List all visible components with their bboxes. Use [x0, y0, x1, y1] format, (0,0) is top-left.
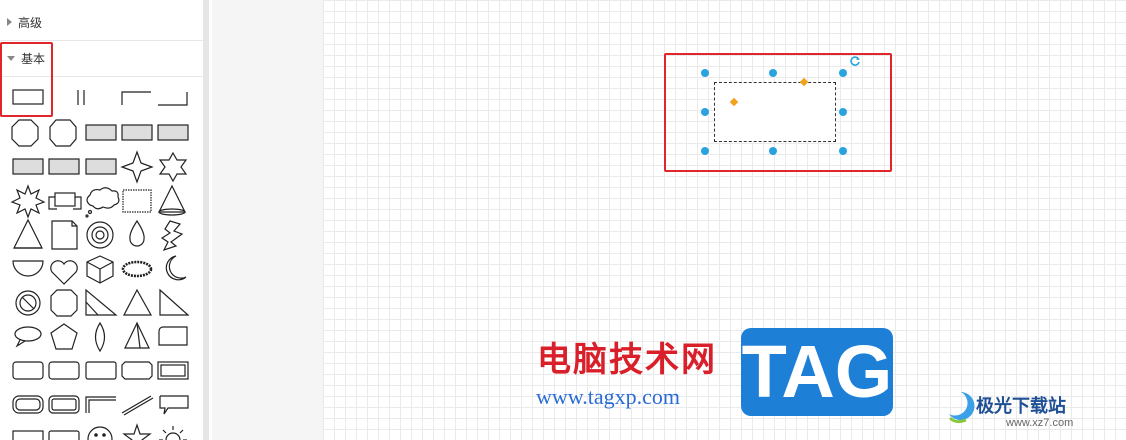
pyramid-shape[interactable] — [124, 321, 150, 349]
six-point-star-shape[interactable] — [158, 151, 188, 183]
lightning-shape[interactable] — [160, 220, 184, 252]
corner-right-shape[interactable] — [158, 92, 188, 106]
watermark-site-name: 电脑技术网 — [537, 340, 717, 380]
heart-shape[interactable] — [50, 260, 78, 285]
resize-handle-nw[interactable] — [701, 69, 709, 77]
rectangle-shape[interactable] — [12, 89, 44, 105]
rect-shape-partial-2[interactable] — [48, 430, 80, 440]
pentagon-shape[interactable] — [50, 323, 78, 350]
expanded-arrow-icon — [7, 55, 15, 61]
section-advanced-label: 高级 — [18, 15, 43, 30]
sidebar-scrollbar[interactable] — [203, 0, 209, 440]
watermark-site-url: www.tagxp.com — [536, 384, 680, 409]
filled-rect-shape-6[interactable] — [85, 158, 117, 175]
callout-shape[interactable] — [159, 395, 189, 415]
smiley-shape[interactable] — [87, 426, 113, 440]
moon-shape[interactable] — [165, 255, 187, 281]
watermark-jiguang: 极光下载站 — [976, 396, 1066, 417]
diagonal-line-shape[interactable] — [121, 395, 154, 416]
filled-rect-shape-5[interactable] — [48, 158, 80, 175]
donut-shape[interactable] — [86, 221, 114, 249]
watermark-tag-logo: TAG — [741, 328, 893, 416]
double-rect-shape[interactable] — [157, 361, 189, 380]
resize-handle-ne[interactable] — [839, 69, 847, 77]
wavy-cloud-shape[interactable] — [121, 260, 153, 278]
filled-rect-shape-1[interactable] — [85, 124, 117, 141]
document-fold-shape[interactable] — [51, 220, 78, 250]
cube-shape[interactable] — [86, 255, 114, 284]
triangle-shape[interactable] — [13, 218, 43, 249]
resize-handle-s[interactable] — [769, 147, 777, 155]
banner-shape[interactable] — [48, 192, 82, 210]
octagon-shape[interactable] — [11, 119, 39, 147]
isosceles-triangle-shape[interactable] — [123, 288, 153, 316]
rounded-rect-shape[interactable] — [158, 326, 188, 346]
right-triangle-2-shape[interactable] — [159, 288, 190, 316]
octagon-outline-shape[interactable] — [50, 289, 78, 317]
shape-sidebar: 高级 基本 — [0, 0, 212, 440]
drop-shape[interactable] — [129, 219, 145, 247]
process-shape-2[interactable] — [48, 361, 80, 380]
selected-rectangle[interactable] — [714, 82, 836, 142]
double-cut-rect-shape[interactable] — [48, 395, 80, 414]
section-advanced[interactable]: 高级 — [0, 4, 203, 41]
watermark-jiguang-url: www.xz7.com — [1006, 417, 1074, 429]
drawing-canvas[interactable] — [323, 0, 1126, 440]
lens-shape[interactable] — [94, 321, 106, 353]
corner-shape[interactable] — [121, 91, 151, 105]
resize-handle-e[interactable] — [839, 108, 847, 116]
star-shape[interactable] — [122, 423, 152, 440]
section-basic-label: 基本 — [21, 51, 46, 66]
four-point-star-shape[interactable] — [120, 150, 154, 184]
filled-rect-shape-2[interactable] — [121, 124, 153, 141]
resize-handle-n[interactable] — [769, 69, 777, 77]
explosion-shape[interactable] — [10, 184, 46, 219]
l-corner-shape[interactable] — [85, 396, 116, 413]
process-shape-1[interactable] — [12, 361, 44, 380]
right-triangle-shape[interactable] — [85, 288, 118, 316]
filled-rect-shape-3[interactable] — [157, 124, 189, 141]
rect-shape-partial[interactable] — [12, 430, 44, 440]
cloud-shape[interactable] — [85, 187, 120, 218]
rotate-icon[interactable] — [849, 55, 861, 67]
collapsed-arrow-icon — [7, 18, 12, 26]
cut-rect-shape[interactable] — [121, 361, 153, 380]
basic-shapes-palette — [10, 89, 190, 440]
canvas-gutter — [212, 0, 323, 440]
half-circle-shape[interactable] — [12, 260, 44, 277]
double-rounded-rect-shape[interactable] — [12, 395, 44, 414]
section-basic[interactable]: 基本 — [0, 40, 203, 77]
cut-corner-shape[interactable] — [49, 119, 77, 147]
resize-handle-sw[interactable] — [701, 147, 709, 155]
sun-shape[interactable] — [159, 426, 187, 440]
parallel-lines-shape[interactable] — [77, 90, 85, 105]
jiguang-logo-icon — [948, 392, 975, 424]
process-shape-3[interactable] — [85, 361, 117, 380]
resize-handle-se[interactable] — [839, 147, 847, 155]
resize-handle-w[interactable] — [701, 108, 709, 116]
speech-bubble-shape[interactable] — [14, 326, 42, 348]
dashed-rect-shape[interactable] — [122, 189, 152, 213]
cone-shape[interactable] — [158, 184, 186, 216]
filled-rect-shape-4[interactable] — [12, 158, 44, 175]
no-symbol-shape[interactable] — [15, 290, 41, 316]
